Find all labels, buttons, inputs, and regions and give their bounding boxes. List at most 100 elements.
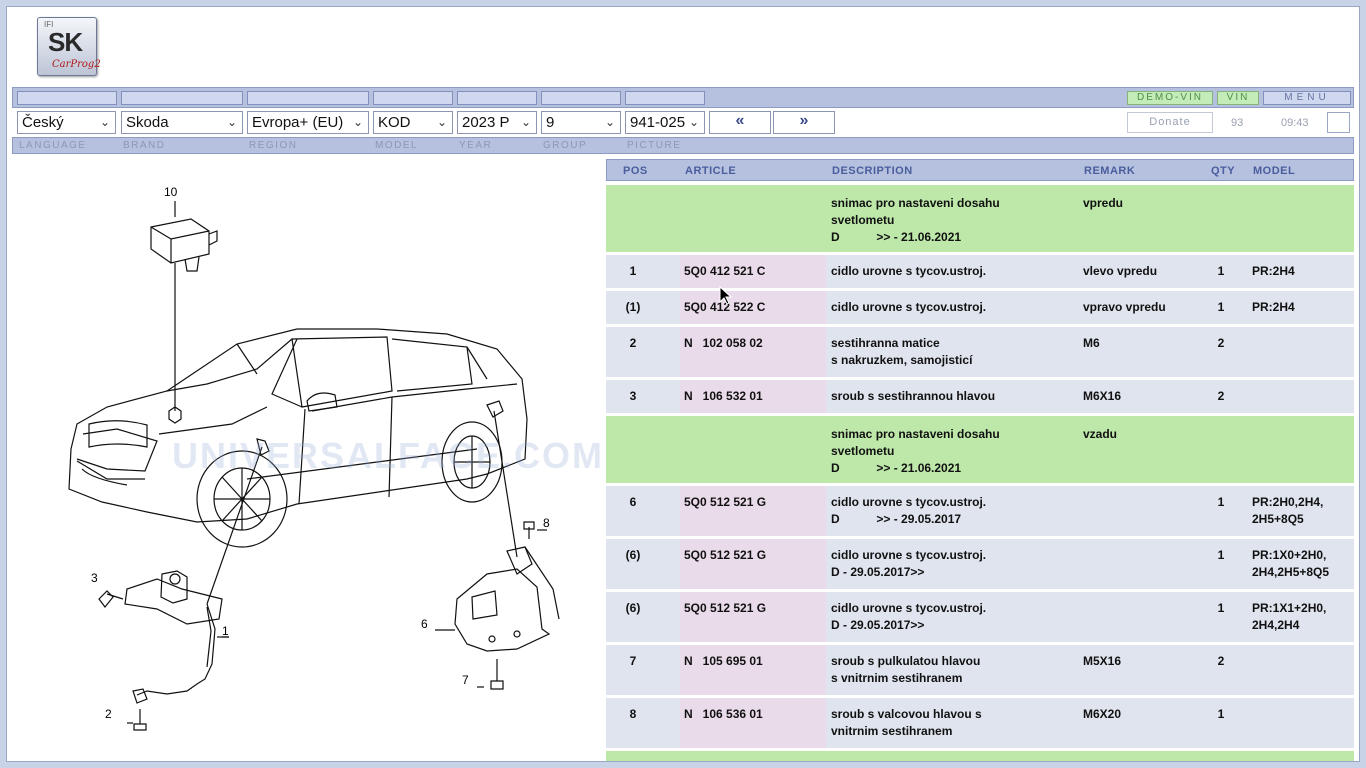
filter-box-language[interactable] (17, 91, 117, 105)
callout-8[interactable]: 8 (543, 516, 550, 530)
callout-3[interactable]: 3 (91, 571, 98, 585)
table-row[interactable]: (6) 5Q0 512 521 G cidlo urovne s tycov.u… (606, 592, 1354, 642)
callout-7[interactable]: 7 (462, 673, 469, 687)
col-pos: POS (623, 165, 648, 177)
table-row[interactable]: 1 5Q0 412 521 C cidlo urovne s tycov.ust… (606, 255, 1354, 288)
row-qty: 1 (1217, 264, 1225, 278)
filter-box-brand[interactable] (121, 91, 243, 105)
mouse-cursor-icon (719, 286, 733, 305)
table-row[interactable]: 8 N 106 536 01 sroub s valcovou hlavou s… (606, 698, 1354, 748)
extra-box[interactable] (1327, 112, 1350, 133)
filter-box-picture[interactable] (625, 91, 705, 105)
chevron-down-icon: ⌄ (520, 115, 531, 129)
language-select[interactable]: Český ⌄ (17, 111, 116, 134)
callout-2[interactable]: 2 (105, 707, 112, 721)
row-remark: vlevo vpredu (1083, 264, 1158, 278)
row-article[interactable]: 5Q0 512 521 G (684, 600, 766, 617)
row-pos: 8 (629, 707, 637, 721)
logo-main-text: SK (48, 27, 83, 57)
row-pos: (6) (625, 548, 641, 562)
row-qty: 2 (1217, 336, 1225, 350)
row-description: cidlo urovne s tycov.ustroj. D - 29.05.2… (831, 548, 987, 579)
filter-box-model[interactable] (373, 91, 453, 105)
menu-button[interactable]: MENU (1263, 91, 1351, 105)
row-qty: 1 (1217, 548, 1225, 562)
row-article[interactable]: 5Q0 512 521 G (684, 494, 766, 511)
row-article[interactable]: N 105 695 01 (684, 653, 763, 670)
model-value: KOD (378, 114, 411, 131)
row-article[interactable]: N 106 536 01 (684, 706, 763, 723)
row-qty: 1 (1217, 495, 1225, 509)
callout-1[interactable]: 1 (222, 624, 229, 638)
region-value: Evropa+ (EU) (252, 114, 344, 131)
row-description: sroub s sestihrannou hlavou (831, 389, 996, 403)
group-select[interactable]: 9 ⌄ (541, 111, 621, 134)
table-row[interactable]: 3 N 106 532 01 sroub s sestihrannou hlav… (606, 380, 1354, 413)
col-description: DESCRIPTION (832, 165, 913, 177)
row-pos: 2 (629, 336, 637, 350)
brand-value: Skoda (126, 114, 169, 131)
row-model: PR:2H4 (1252, 300, 1295, 314)
brand-select[interactable]: Skoda ⌄ (121, 111, 243, 134)
row-description: cidlo urovne s tycov.ustroj. (831, 300, 987, 314)
filter-box-group[interactable] (541, 91, 621, 105)
year-value: 2023 P (462, 114, 510, 131)
next-picture-button[interactable]: » (773, 111, 835, 134)
filter-box-year[interactable] (457, 91, 537, 105)
app-window: IFI SK CarProg2 DEMO-VIN VIN MENU Český ⌄… (6, 6, 1360, 762)
language-label: LANGUAGE (19, 140, 87, 151)
row-description: cidlo urovne s tycov.ustroj. (831, 264, 987, 278)
label-bar (12, 137, 1354, 154)
row-pos: 6 (629, 495, 637, 509)
table-row[interactable]: (6) 5Q0 512 521 G cidlo urovne s tycov.u… (606, 539, 1354, 589)
year-select[interactable]: 2023 P ⌄ (457, 111, 537, 134)
row-description: snimac pro nastaveni dosahu svetlometu D… (831, 427, 1000, 475)
donate-button[interactable]: Donate (1127, 112, 1213, 133)
row-pos: 7 (629, 654, 637, 668)
row-model: PR:1X0+2H0, 2H4,2H5+8Q5 (1252, 548, 1330, 579)
table-row[interactable]: snimac pro nastaveni dosahu svetlometu D… (606, 185, 1354, 252)
prev-picture-button[interactable]: « (709, 111, 771, 134)
demo-vin-button[interactable]: DEMO-VIN (1127, 91, 1213, 105)
chevron-down-icon: ⌄ (226, 115, 237, 129)
filter-box-region[interactable] (247, 91, 369, 105)
row-remark: M5X16 (1083, 654, 1122, 668)
table-row[interactable]: 7 N 105 695 01 sroub s pulkulatou hlavou… (606, 645, 1354, 695)
table-row[interactable]: 6 5Q0 512 521 G cidlo urovne s tycov.ust… (606, 486, 1354, 536)
chevron-down-icon: ⌄ (604, 115, 615, 129)
parts-table: snimac pro nastaveni dosahu svetlometu D… (606, 185, 1354, 761)
year-label: YEAR (459, 140, 493, 151)
row-article[interactable]: N 106 532 01 (684, 388, 763, 405)
row-article[interactable]: N 102 058 02 (684, 335, 763, 352)
model-select[interactable]: KOD ⌄ (373, 111, 453, 134)
row-pos: 3 (629, 389, 637, 403)
table-row[interactable]: 2 N 102 058 02 sestihranna matice s nakr… (606, 327, 1354, 377)
picture-select[interactable]: 941-025 ⌄ (625, 111, 705, 134)
row-model: PR:2H0,2H4, 2H5+8Q5 (1252, 495, 1324, 526)
model-label: MODEL (375, 140, 419, 151)
count-indicator: 93 (1231, 117, 1244, 129)
row-article[interactable]: 5Q0 412 521 C (684, 263, 765, 280)
row-qty: 2 (1217, 654, 1225, 668)
group-value: 9 (546, 114, 555, 131)
region-select[interactable]: Evropa+ (EU) ⌄ (247, 111, 369, 134)
row-remark: vpravo vpredu (1083, 300, 1166, 314)
col-remark: REMARK (1084, 165, 1136, 177)
callout-6[interactable]: 6 (421, 617, 428, 631)
row-pos: 1 (629, 264, 637, 278)
table-row[interactable]: snimac pro nastaveni dosahu svetlometu D… (606, 416, 1354, 483)
vin-button[interactable]: VIN (1217, 91, 1259, 105)
row-pos: (6) (625, 601, 641, 615)
col-model: MODEL (1253, 165, 1296, 177)
callout-10[interactable]: 10 (164, 185, 177, 199)
row-remark: M6X20 (1083, 707, 1122, 721)
row-article[interactable]: 5Q0 512 521 G (684, 547, 766, 564)
group-label: GROUP (543, 140, 588, 151)
row-model: PR:2H4 (1252, 264, 1295, 278)
picture-label: PICTURE (627, 140, 682, 151)
language-value: Český (22, 114, 64, 131)
table-row[interactable] (606, 751, 1354, 761)
parts-table-header: POS ARTICLE DESCRIPTION REMARK QTY MODEL (606, 159, 1354, 181)
col-qty: QTY (1211, 165, 1236, 177)
row-qty: 1 (1217, 601, 1225, 615)
